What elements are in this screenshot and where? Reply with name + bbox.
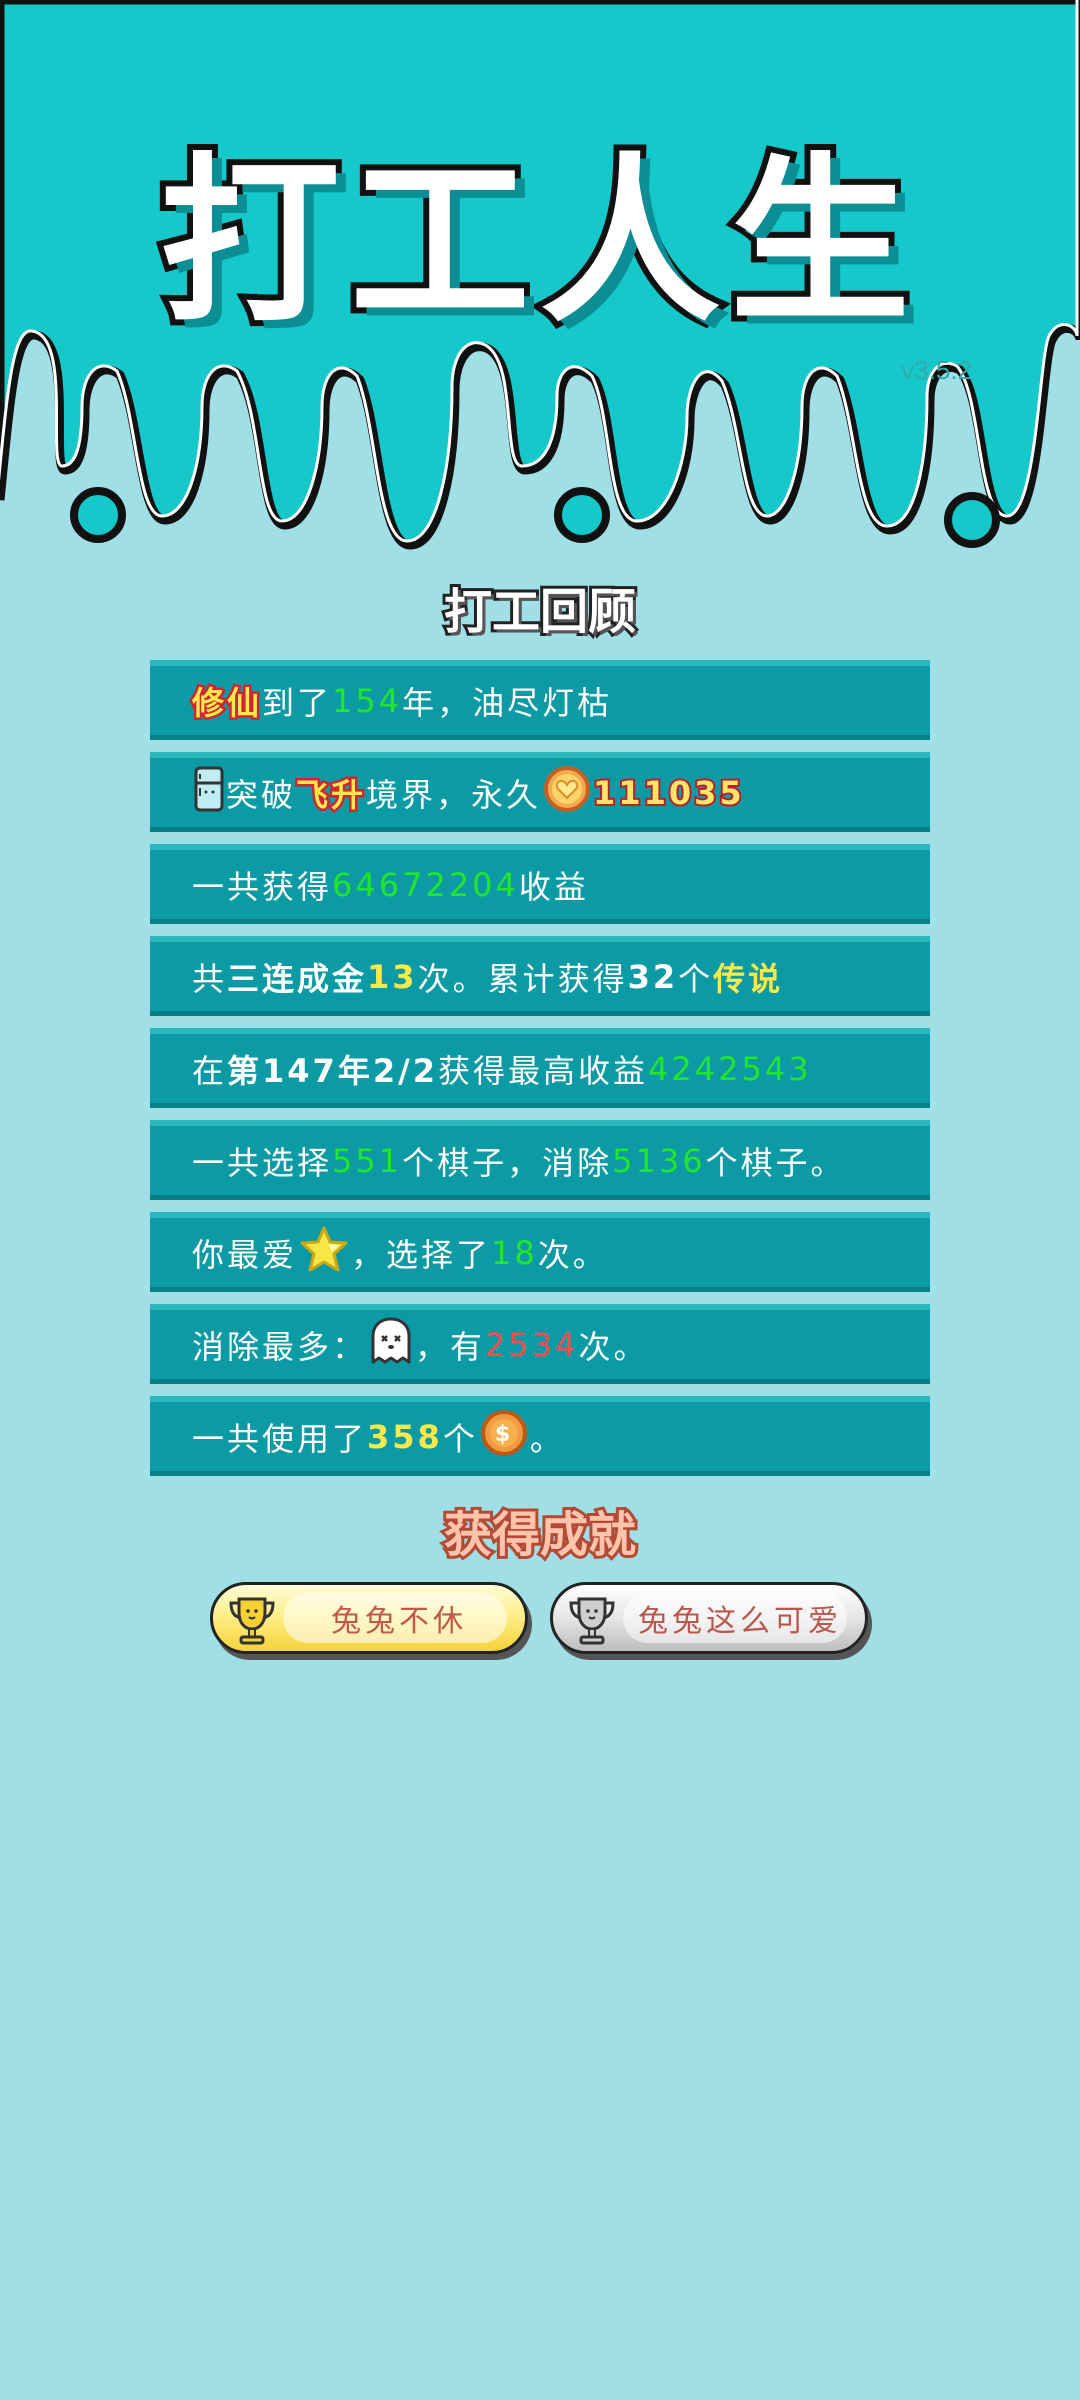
row-text: 次。累计获得 [417, 959, 628, 998]
row-text: 消除最多： [192, 1327, 368, 1366]
row-value: 551 [332, 1141, 403, 1180]
row-value: 32 [627, 957, 679, 996]
achievement-gold[interactable]: 兔兔不休 [210, 1582, 528, 1654]
achievement-silver[interactable]: 兔兔这么可爱 [550, 1582, 868, 1654]
row-text: 个 [442, 1419, 478, 1458]
row-text: 个棋子，消除 [402, 1143, 613, 1182]
fridge-icon [194, 766, 224, 820]
row-text: 突破 [226, 775, 297, 814]
row-highlight: 飞升 [294, 773, 367, 816]
row-highlight: 传说 [713, 959, 784, 998]
achievements-title: 获得成就 [441, 1504, 639, 1566]
heart-coin-icon [543, 765, 591, 821]
review-row-favorite: 你最爱 ，选择了 18 次。 [150, 1212, 930, 1292]
row-text: 个 [678, 959, 714, 998]
row-value: 154 [332, 681, 403, 720]
row-text: 年，油尽灯枯 [402, 683, 613, 722]
review-title: 打工回顾 [441, 581, 639, 643]
row-text-bold: 三连成金 [227, 959, 368, 998]
gold-trophy-icon [225, 1593, 279, 1651]
coin-icon: $ [480, 1409, 528, 1465]
row-value: 13 [367, 957, 418, 996]
review-row-cultivation: 修仙 到了 154 年，油尽灯枯 [150, 660, 930, 740]
row-value: 18 [491, 1233, 538, 1272]
row-value: 4242543 [648, 1049, 812, 1088]
row-text: 到了 [262, 683, 333, 722]
review-row-eliminated: 消除最多： ，有 2534 次。 [150, 1304, 930, 1384]
row-text: 一共获得 [192, 867, 333, 906]
achievement-label: 兔兔这么可爱 [638, 1604, 842, 1639]
app-title: 打工人生 [154, 132, 920, 353]
row-text: 个棋子。 [705, 1143, 846, 1182]
review-list: 修仙 到了 154 年，油尽灯枯 突破 飞升 境界，永久 111035 一共获得… [150, 660, 930, 1488]
row-text-bold: 第147年2/2 [227, 1051, 439, 1090]
achievement-label: 兔兔不休 [331, 1604, 467, 1639]
row-text: 次。 [537, 1235, 608, 1274]
row-value: 5136 [612, 1141, 706, 1180]
review-row-triple: 共 三连成金 13 次。累计获得 32 个 传说 [150, 936, 930, 1016]
svg-text:$: $ [495, 1422, 513, 1447]
row-value: 111035 [591, 772, 745, 814]
ghost-icon [369, 1316, 413, 1374]
review-row-coins: 一共使用了 358 个 $ 。 [150, 1396, 930, 1476]
star-icon [299, 1225, 349, 1281]
row-text: 你最爱 [192, 1235, 298, 1274]
row-value: 64672204 [332, 865, 519, 904]
row-value: 358 [367, 1417, 443, 1456]
header: 打工人生 v3.5.2 [0, 0, 1080, 560]
review-row-best-income: 在 第147年2/2 获得最高收益 4242543 [150, 1028, 930, 1108]
row-text: ，选择了 [351, 1235, 492, 1274]
review-row-income: 一共获得 64672204 收益 [150, 844, 930, 924]
row-text: 共 [192, 959, 228, 998]
row-text: 一共使用了 [192, 1419, 368, 1458]
version-label: v3.5.2 [901, 355, 972, 385]
row-text: 获得最高收益 [438, 1051, 649, 1090]
silver-trophy-icon [565, 1593, 619, 1651]
row-value: 2534 [485, 1325, 579, 1364]
review-row-ascension: 突破 飞升 境界，永久 111035 [150, 752, 930, 832]
review-row-pieces: 一共选择 551 个棋子，消除 5136 个棋子。 [150, 1120, 930, 1200]
row-text: 境界，永久 [366, 775, 542, 814]
row-text: 在 [192, 1051, 228, 1090]
row-text: 收益 [518, 867, 589, 906]
row-text: 次。 [578, 1327, 649, 1366]
row-highlight: 修仙 [189, 681, 263, 724]
row-text: 。 [529, 1419, 565, 1458]
row-text: 一共选择 [192, 1143, 333, 1182]
row-text: ，有 [415, 1327, 486, 1366]
